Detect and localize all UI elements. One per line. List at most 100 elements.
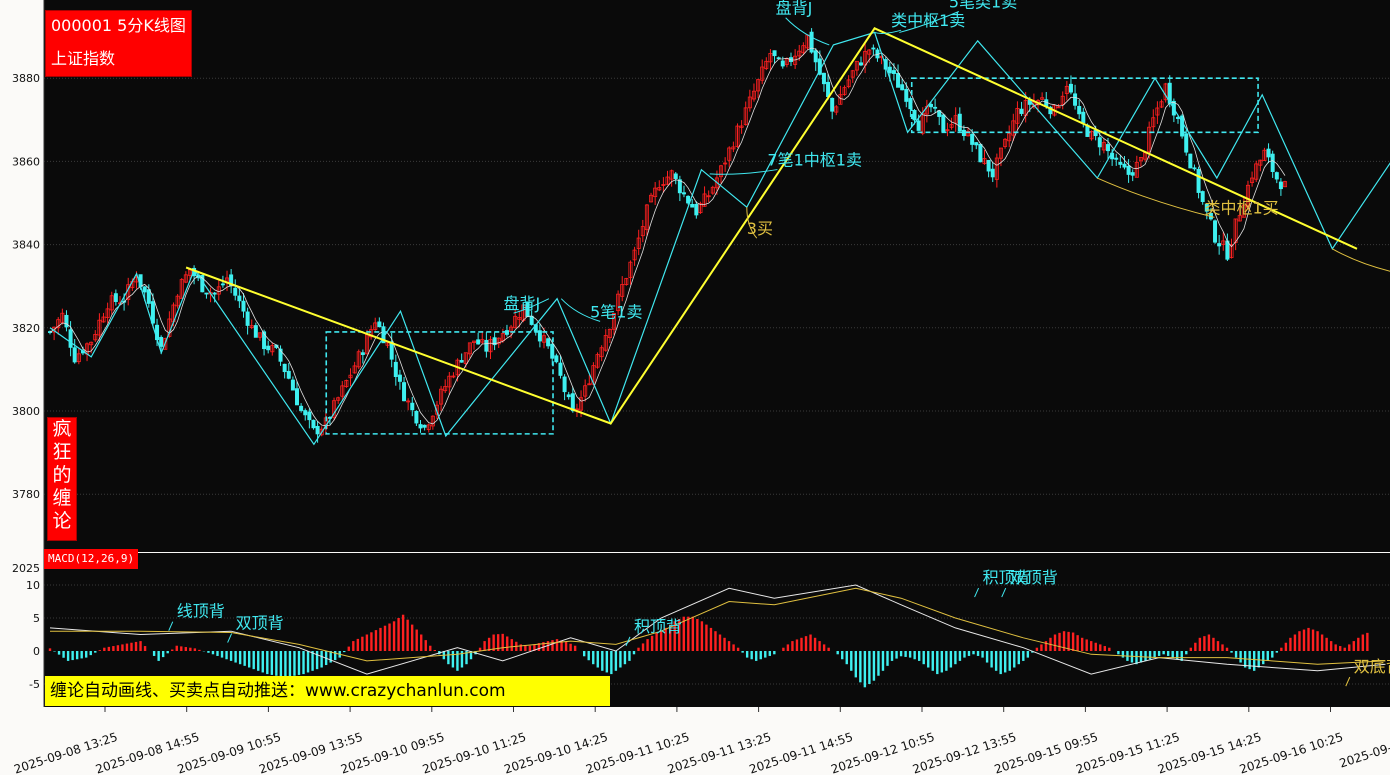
candle-body bbox=[266, 345, 271, 351]
candle-body bbox=[970, 133, 975, 145]
price-tick-label: 3880 bbox=[12, 72, 40, 85]
candle-body bbox=[241, 300, 246, 312]
candle-body bbox=[212, 292, 217, 295]
candle-body bbox=[286, 370, 291, 379]
candle-body bbox=[772, 50, 777, 57]
candle-body bbox=[1266, 148, 1271, 158]
candle-body bbox=[887, 66, 892, 74]
bi-stroke-line bbox=[49, 31, 1390, 446]
candle-body bbox=[1188, 153, 1193, 169]
macd-title-tag: MACD(12,26,9) bbox=[44, 549, 139, 569]
chart-svg: 3780 3800 3820 3840 3860 3880 盘背J 5笔1卖 7笔1中枢1卖 3买… bbox=[12, 0, 1390, 775]
macd-tick-label: 10 bbox=[26, 579, 40, 592]
candle-body bbox=[397, 374, 402, 382]
candle-body bbox=[961, 129, 966, 136]
candle-body bbox=[1225, 240, 1230, 260]
candle-body bbox=[830, 97, 835, 112]
candle-body bbox=[673, 173, 678, 179]
candle-body bbox=[974, 142, 979, 146]
candle-body bbox=[681, 192, 686, 195]
candle-body bbox=[290, 379, 295, 391]
candle-body bbox=[220, 283, 225, 286]
candle-body bbox=[1122, 163, 1127, 168]
candle-body bbox=[410, 402, 415, 411]
macd-annotation-arrow bbox=[1001, 587, 1007, 598]
signal-annotation-label: 类中枢1卖 bbox=[891, 11, 965, 30]
candle-body bbox=[233, 287, 238, 296]
side-tag: 疯狂的缠论 bbox=[47, 417, 77, 541]
candle-body bbox=[1192, 167, 1197, 170]
signal-annotation-label: 盘背J bbox=[504, 294, 541, 313]
candle-body bbox=[1118, 161, 1123, 165]
candle-body bbox=[150, 301, 155, 324]
candle-body bbox=[299, 405, 304, 411]
candle-body bbox=[916, 120, 921, 131]
promo-banner: 缠论自动画线、买卖点自动推送：www.crazychanlun.com bbox=[45, 676, 610, 706]
candle-body bbox=[826, 81, 831, 98]
candle-body bbox=[476, 339, 481, 345]
candle-body bbox=[904, 88, 909, 102]
candle-body bbox=[957, 113, 962, 132]
candle-body bbox=[554, 355, 559, 363]
price-tick-label: 3860 bbox=[12, 155, 40, 168]
signal-annotation-label: 类中枢1买 bbox=[1204, 198, 1278, 217]
candle-body bbox=[821, 72, 826, 85]
candle-body bbox=[1213, 220, 1218, 243]
candle-body bbox=[546, 338, 551, 347]
annotation-arrow bbox=[709, 169, 778, 175]
candle-body bbox=[1077, 105, 1082, 115]
candle-body bbox=[1278, 181, 1283, 190]
candle-body bbox=[776, 57, 781, 60]
candle-body bbox=[360, 352, 365, 355]
chart-title-badge: 000001 5分K线图 上证指数 bbox=[45, 10, 192, 77]
candle-body bbox=[303, 410, 308, 416]
signal-annotation-label: 3买 bbox=[747, 219, 773, 238]
price-tick-label: 3780 bbox=[12, 488, 40, 501]
candle-body bbox=[990, 168, 995, 178]
candle-body bbox=[422, 424, 427, 428]
macd-divergence-label: 双顶背 bbox=[1010, 568, 1058, 587]
candle-body bbox=[484, 339, 489, 352]
candle-body bbox=[858, 62, 863, 66]
candle-body bbox=[418, 424, 423, 429]
candle-body bbox=[780, 60, 785, 67]
candle-body bbox=[253, 325, 258, 338]
candle-body bbox=[900, 84, 905, 91]
candle-body bbox=[1274, 172, 1279, 180]
candle-body bbox=[307, 411, 312, 421]
signal-annotation-label: 5笔1卖 bbox=[590, 302, 642, 321]
chart-index-name: 上证指数 bbox=[51, 49, 116, 68]
macd-tick-label: -5 bbox=[29, 678, 40, 691]
candle-body bbox=[1114, 157, 1119, 160]
macd-divergence-label: 积顶背 bbox=[634, 617, 682, 636]
candle-body bbox=[896, 73, 901, 88]
macd-annotation-arrow bbox=[227, 633, 233, 643]
candle-body bbox=[377, 321, 382, 328]
candle-body bbox=[282, 363, 287, 373]
candle-body bbox=[1217, 243, 1222, 247]
macd-annotation-arrow bbox=[1345, 676, 1351, 687]
candle-body bbox=[1073, 93, 1078, 106]
moving-average-line bbox=[49, 47, 1286, 427]
candle-body bbox=[1019, 108, 1024, 114]
candle-body bbox=[315, 425, 320, 435]
macd-divergence-label: 双顶背 bbox=[236, 614, 284, 633]
signal-annotation-label: 7笔1中枢1卖 bbox=[767, 151, 862, 170]
candle-body bbox=[1068, 83, 1073, 93]
candle-body bbox=[295, 388, 300, 406]
candle-body bbox=[414, 410, 419, 424]
candle-body bbox=[146, 289, 151, 304]
candle-body bbox=[72, 347, 77, 363]
candle-body bbox=[558, 362, 563, 376]
macd-tick-label: 5 bbox=[33, 612, 40, 625]
candle-body bbox=[113, 293, 118, 302]
candle-body bbox=[311, 419, 316, 429]
macd-annotation-arrow bbox=[974, 587, 980, 598]
candle-body bbox=[1270, 153, 1275, 172]
candle-body bbox=[933, 106, 938, 109]
candle-body bbox=[1126, 165, 1131, 175]
signal-annotation-label: 5笔类1卖 bbox=[949, 0, 1017, 11]
candle-body bbox=[237, 295, 242, 302]
chart-frame: 3780 3800 3820 3840 3860 3880 盘背J 5笔1卖 7笔1中枢1卖 3买… bbox=[0, 0, 1390, 775]
candle-body bbox=[1106, 144, 1111, 152]
